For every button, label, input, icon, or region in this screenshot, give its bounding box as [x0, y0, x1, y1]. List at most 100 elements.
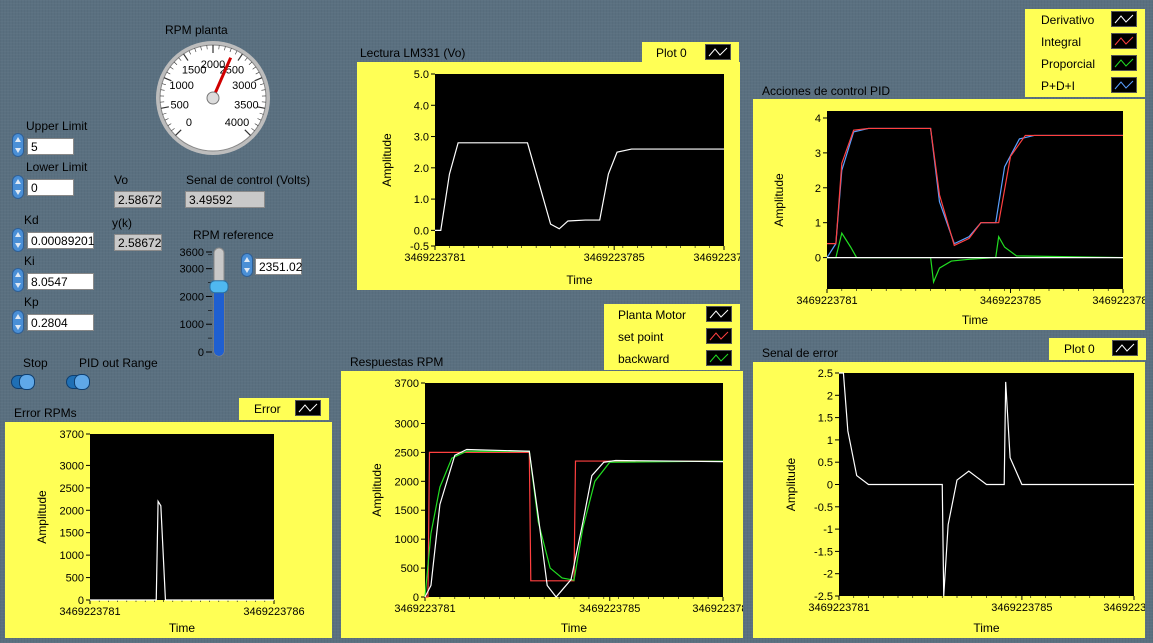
y-axis-label: Amplitude	[35, 490, 49, 544]
x-axis-label: Time	[561, 621, 588, 635]
y-tick-label: 3700	[60, 429, 84, 441]
chart-title-lm331: Lectura LM331 (Vo)	[360, 46, 466, 60]
legend-swatch-icon[interactable]	[1111, 55, 1137, 71]
x-tick-label: 3469223785	[584, 252, 645, 264]
rpm-gauge: 05001000150020002500300035004000	[156, 41, 270, 155]
plot-area	[827, 111, 1123, 289]
x-axis-label: Time	[566, 273, 593, 287]
chart-lm331: 5.0 4.0 3.0 2.0 1.0 0.0 -0.5 3469223781 34692237…	[357, 62, 755, 290]
y-tick-label: 3.0	[414, 132, 429, 144]
legend-item-label: Integral	[1041, 35, 1082, 49]
y-axis-label: Amplitude	[772, 173, 786, 227]
y-tick-label: 2.0	[414, 163, 429, 175]
y-tick-label: 3	[815, 148, 821, 160]
x-tick-label: 3469223785	[579, 603, 640, 615]
plot-area	[90, 434, 274, 600]
x-tick-label: 3469223781	[404, 252, 465, 264]
legend-swatch-icon[interactable]	[706, 328, 732, 344]
chart-title-rpm: Respuestas RPM	[350, 355, 444, 369]
kd-stepper[interactable]	[12, 228, 24, 252]
chart-error: 3700 3000 2500 2000 1500 1000 500 0 3469223781 34…	[5, 422, 332, 638]
y-tick-label: -1	[823, 524, 833, 536]
legend-swatch-icon[interactable]	[706, 350, 732, 366]
rpm-ref-label: RPM reference	[193, 228, 274, 242]
y-tick-label: -1.5	[814, 546, 833, 558]
y-tick-label: 3700	[395, 378, 419, 390]
gauge-tick-label: 4000	[225, 117, 249, 129]
gauge-tick-label: 3000	[232, 80, 256, 92]
gauge-tick-label: 0	[186, 117, 192, 129]
y-tick-label: 0	[827, 480, 833, 492]
rpm-ref-stepper[interactable]	[241, 253, 253, 277]
y-tick-label: 2	[827, 390, 833, 402]
legend-lm331: Plot 0	[642, 42, 739, 64]
legend-swatch-icon[interactable]	[706, 306, 732, 322]
legend-swatch-icon[interactable]	[705, 44, 731, 60]
kp-field[interactable]: 0.2804	[27, 314, 94, 331]
kd-label: Kd	[24, 213, 39, 227]
legend-item-label: Plot 0	[656, 46, 687, 60]
ki-field[interactable]: 8.0547	[27, 273, 94, 290]
chart-title-pid: Acciones de control PID	[762, 84, 891, 98]
y-tick-label: 5.0	[414, 69, 429, 81]
upper-limit-stepper[interactable]	[12, 133, 24, 157]
gauge-tick-label: 1000	[169, 80, 193, 92]
chart-title-senal: Senal de error	[762, 346, 839, 360]
x-axis-label: Time	[169, 621, 196, 635]
x-tick-label: 3469223781	[796, 295, 857, 307]
legend-swatch-icon[interactable]	[1111, 33, 1137, 49]
kd-field[interactable]: 0.00089201	[27, 232, 94, 249]
gauge-tick-label: 3500	[234, 100, 258, 112]
lower-limit-stepper[interactable]	[12, 175, 24, 199]
y-tick-label: 500	[66, 573, 84, 585]
slider-fill	[214, 286, 224, 356]
upper-limit-field[interactable]: 5	[27, 138, 74, 155]
y-tick-label: -0.5	[814, 502, 833, 514]
x-tick-label: 3469223785	[980, 295, 1041, 307]
legend-item-label: P+D+I	[1041, 79, 1076, 93]
legend-swatch-icon[interactable]	[1112, 340, 1138, 356]
pid-out-range-label: PID out Range	[79, 356, 158, 370]
legend-item-label: Derivativo	[1041, 13, 1095, 27]
y-tick-label: 1	[815, 218, 821, 230]
y-tick-label: 1500	[60, 528, 84, 540]
kp-label: Kp	[24, 295, 39, 309]
chart-pid: 4 3 2 1 0 3469223781 3469223785 3469223786 Time A…	[753, 99, 1153, 330]
y-tick-label: 1.5	[818, 413, 833, 425]
stop-button[interactable]	[11, 374, 35, 390]
y-tick-label: 3000	[395, 418, 419, 430]
ki-stepper[interactable]	[12, 268, 24, 292]
gauge-title: RPM planta	[165, 23, 228, 37]
lower-limit-field[interactable]: 0	[27, 179, 74, 196]
slider-tick-label: 0	[198, 347, 204, 359]
legend-item-label: backward	[618, 352, 670, 366]
slider-thumb[interactable]	[209, 280, 229, 294]
legend-rpm: Planta Motor set point backward	[604, 304, 740, 370]
legend-swatch-icon[interactable]	[295, 400, 321, 416]
legend-swatch-icon[interactable]	[1111, 11, 1137, 27]
y-tick-label: 2000	[60, 505, 84, 517]
x-tick-label: 3469223781	[394, 603, 455, 615]
y-tick-label: 1	[827, 435, 833, 447]
legend-item-label: set point	[618, 330, 664, 344]
slider-tick-label: 3000	[180, 264, 204, 276]
legend-senal: Plot 0	[1049, 338, 1146, 360]
legend-item-label: Proporcial	[1041, 57, 1096, 71]
lower-limit-label: Lower Limit	[26, 160, 88, 174]
rpm-ref-field[interactable]: 2351.02	[255, 258, 302, 275]
stop-label: Stop	[23, 356, 48, 370]
x-tick-label: 3469223786	[1103, 602, 1145, 614]
x-tick-label: 3469223786	[693, 252, 740, 264]
y-tick-label: 1000	[60, 550, 84, 562]
x-tick-label: 3469223781	[808, 602, 869, 614]
y-tick-label: 3000	[60, 460, 84, 472]
upper-limit-label: Upper Limit	[26, 119, 88, 133]
y-tick-label: 0.5	[818, 457, 833, 469]
y-axis-label: Amplitude	[784, 458, 798, 512]
legend-error: Error	[239, 398, 329, 420]
rpm-ref-slider[interactable]: 3600 3000 2000 1000 0	[176, 244, 238, 359]
kp-stepper[interactable]	[12, 310, 24, 334]
vo-label: Vo	[114, 173, 129, 187]
senal-control-label: Senal de control (Volts)	[186, 173, 311, 187]
legend-swatch-icon[interactable]	[1111, 77, 1137, 93]
